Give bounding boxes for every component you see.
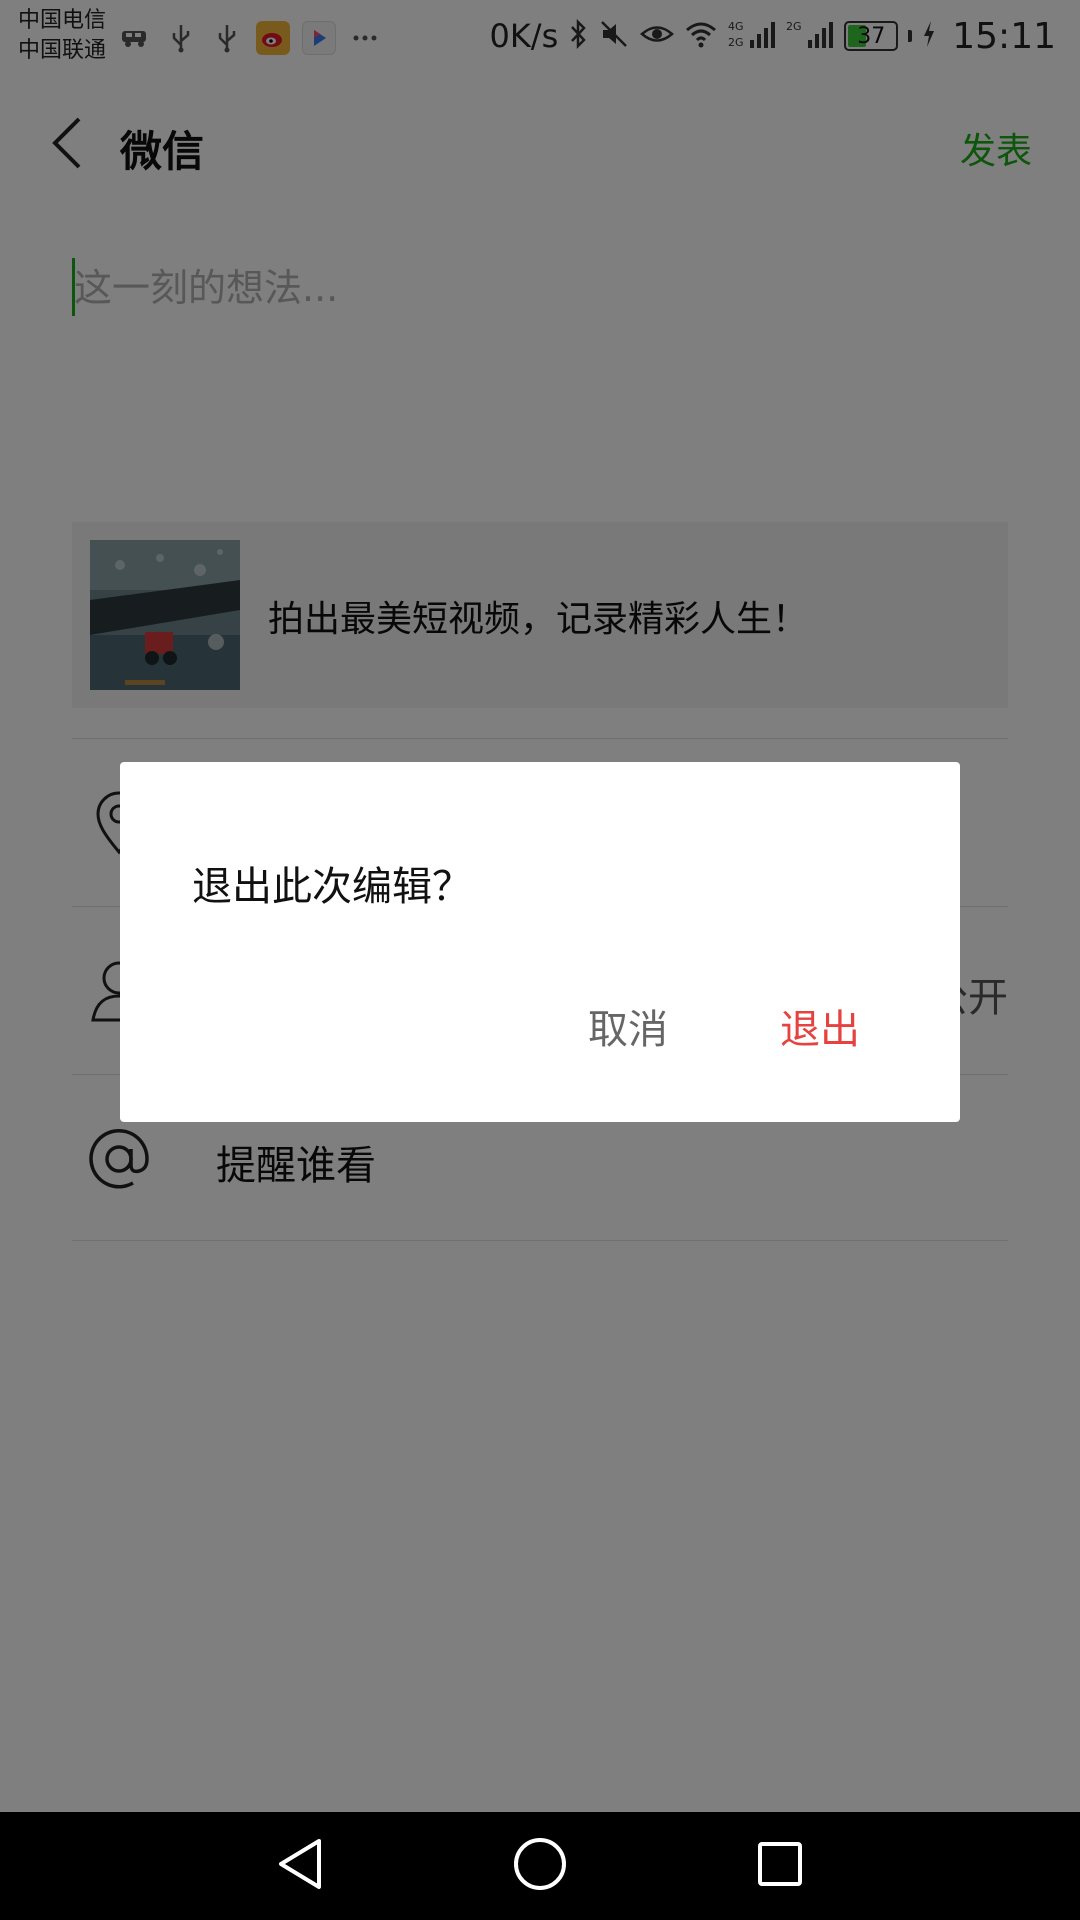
system-nav-bar bbox=[0, 1812, 1080, 1920]
exit-edit-dialog: 退出此次编辑？ 取消 退出 bbox=[120, 762, 960, 1122]
back-triangle-icon bbox=[275, 1837, 325, 1895]
dialog-message: 退出此次编辑？ bbox=[192, 864, 472, 910]
exit-button[interactable]: 退出 bbox=[760, 994, 880, 1058]
nav-home-button[interactable] bbox=[508, 1834, 572, 1898]
nav-back-button[interactable] bbox=[268, 1834, 332, 1898]
recents-square-icon bbox=[756, 1840, 804, 1892]
cancel-button[interactable]: 取消 bbox=[568, 994, 688, 1058]
nav-recents-button[interactable] bbox=[748, 1834, 812, 1898]
home-circle-icon bbox=[512, 1836, 568, 1896]
